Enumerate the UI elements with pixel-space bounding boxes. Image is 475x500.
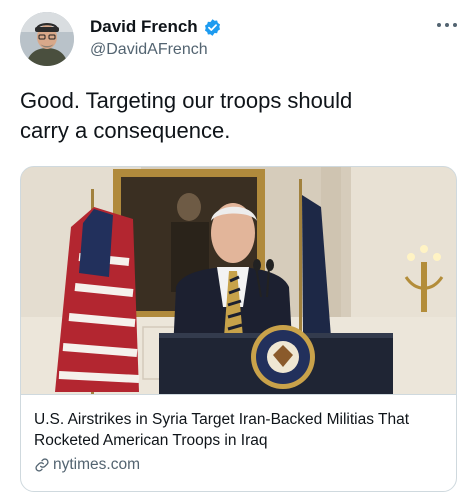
link-card-title[interactable]: U.S. Airstrikes in Syria Target Iran-Bac… [34, 409, 444, 451]
more-options-icon[interactable] [437, 20, 457, 30]
verified-badge-icon [203, 18, 222, 37]
author-name-row: David French [90, 17, 222, 37]
more-dot [453, 23, 457, 27]
more-dot [437, 23, 441, 27]
link-card-body[interactable]: U.S. Airstrikes in Syria Target Iran-Bac… [21, 394, 456, 491]
link-card-domain-row: nytimes.com [34, 456, 140, 474]
tweet: David French @DavidAFrench Good. Targeti… [0, 0, 475, 500]
link-card-image[interactable] [21, 167, 456, 394]
tweet-text: Good. Targeting our troops should carry … [20, 88, 353, 143]
more-dot [445, 23, 449, 27]
author-handle[interactable]: @DavidAFrench [90, 41, 208, 59]
avatar[interactable] [20, 12, 74, 66]
author-display-name[interactable]: David French [90, 17, 198, 37]
avatar-photo [20, 12, 74, 66]
link-card[interactable]: U.S. Airstrikes in Syria Target Iran-Bac… [20, 166, 457, 492]
link-card-domain: nytimes.com [53, 456, 140, 473]
link-icon [34, 457, 50, 473]
